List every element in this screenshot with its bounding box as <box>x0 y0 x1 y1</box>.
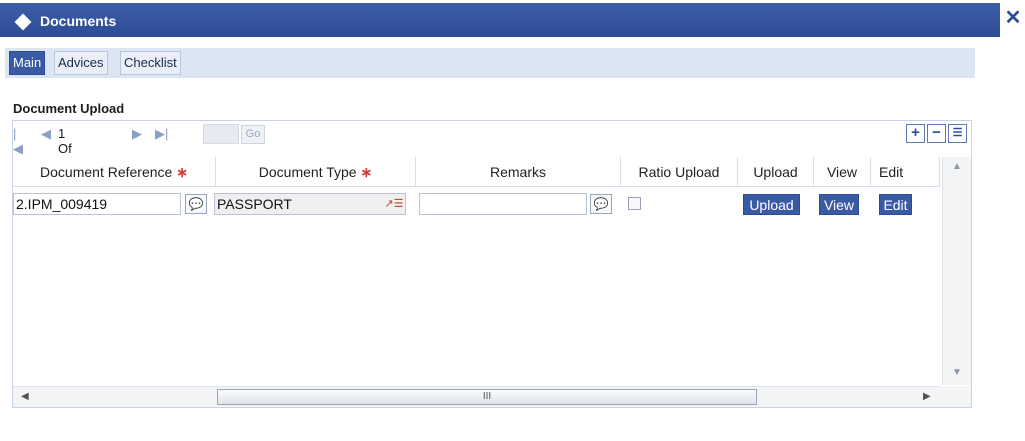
column-header-label: Document Type <box>258 164 357 180</box>
tab-main[interactable]: Main <box>9 51 46 75</box>
single-record-view-icon[interactable]: ☰ <box>948 124 967 143</box>
window-title: Documents <box>40 13 117 29</box>
table-header: Document Reference ∗ Document Type ∗ Rem… <box>13 157 940 187</box>
document-type-list-icon[interactable]: ↗☰ <box>384 195 404 213</box>
column-header-view: View <box>814 157 871 187</box>
column-header-document-type: Document Type ∗ <box>216 157 416 187</box>
upload-button[interactable]: Upload <box>743 194 800 215</box>
remarks-edit-icon[interactable]: 💬 <box>590 194 612 214</box>
column-header-remarks: Remarks <box>416 157 621 187</box>
scrollbar-thumb[interactable]: III <box>217 389 757 405</box>
edit-button[interactable]: Edit <box>879 194 912 215</box>
vertical-scrollbar[interactable]: ▲ ▼ <box>942 157 971 385</box>
table-row: 2.IPM_009419 💬 PASSPORT ↗☰ 💬 Upload View… <box>13 188 940 218</box>
column-header-edit: Edit <box>871 157 940 187</box>
close-icon[interactable]: ✕ <box>1003 8 1023 30</box>
scroll-down-icon[interactable]: ▼ <box>952 367 962 378</box>
first-page-icon[interactable]: |◀ <box>13 126 23 157</box>
tab-checklist[interactable]: Checklist <box>120 51 181 75</box>
scroll-left-icon[interactable]: ◀ <box>21 391 29 402</box>
add-row-plus-icon[interactable]: + <box>906 124 925 143</box>
last-page-icon[interactable]: ▶| <box>155 126 168 142</box>
scrollbar-corner <box>940 386 971 407</box>
column-header-ratio-upload: Ratio Upload <box>621 157 738 187</box>
next-page-icon[interactable]: ▶ <box>132 126 142 142</box>
view-button[interactable]: View <box>819 194 859 215</box>
document-reference-field[interactable]: 2.IPM_009419 <box>13 193 181 215</box>
section-title: Document Upload <box>13 101 125 116</box>
page-number-input[interactable] <box>203 124 239 144</box>
horizontal-scrollbar[interactable]: ◀ III ▶ <box>13 386 940 407</box>
ratio-upload-checkbox[interactable] <box>628 197 641 210</box>
scroll-right-icon[interactable]: ▶ <box>923 391 931 402</box>
column-header-label: Document Reference <box>40 164 173 180</box>
document-reference-lookup-icon[interactable]: 💬 <box>185 194 207 214</box>
column-header-upload: Upload <box>738 157 814 187</box>
go-button[interactable]: Go <box>241 125 265 144</box>
required-star-icon: ∗ <box>360 164 373 180</box>
remove-row-minus-icon[interactable]: − <box>927 124 946 143</box>
scroll-up-icon[interactable]: ▲ <box>952 161 962 172</box>
app-diamond-icon <box>14 13 32 31</box>
tab-strip: Main Advices Checklist <box>5 48 975 78</box>
required-star-icon: ∗ <box>176 164 188 180</box>
window-titlebar: Documents ✕ <box>0 0 1025 38</box>
document-type-field[interactable]: PASSPORT <box>214 193 406 215</box>
column-header-document-reference: Document Reference ∗ <box>13 157 216 187</box>
titlebar-background: Documents <box>0 3 1000 37</box>
previous-page-icon[interactable]: ◀ <box>41 126 51 142</box>
remarks-field[interactable] <box>419 193 587 215</box>
tab-advices[interactable]: Advices <box>54 51 108 75</box>
